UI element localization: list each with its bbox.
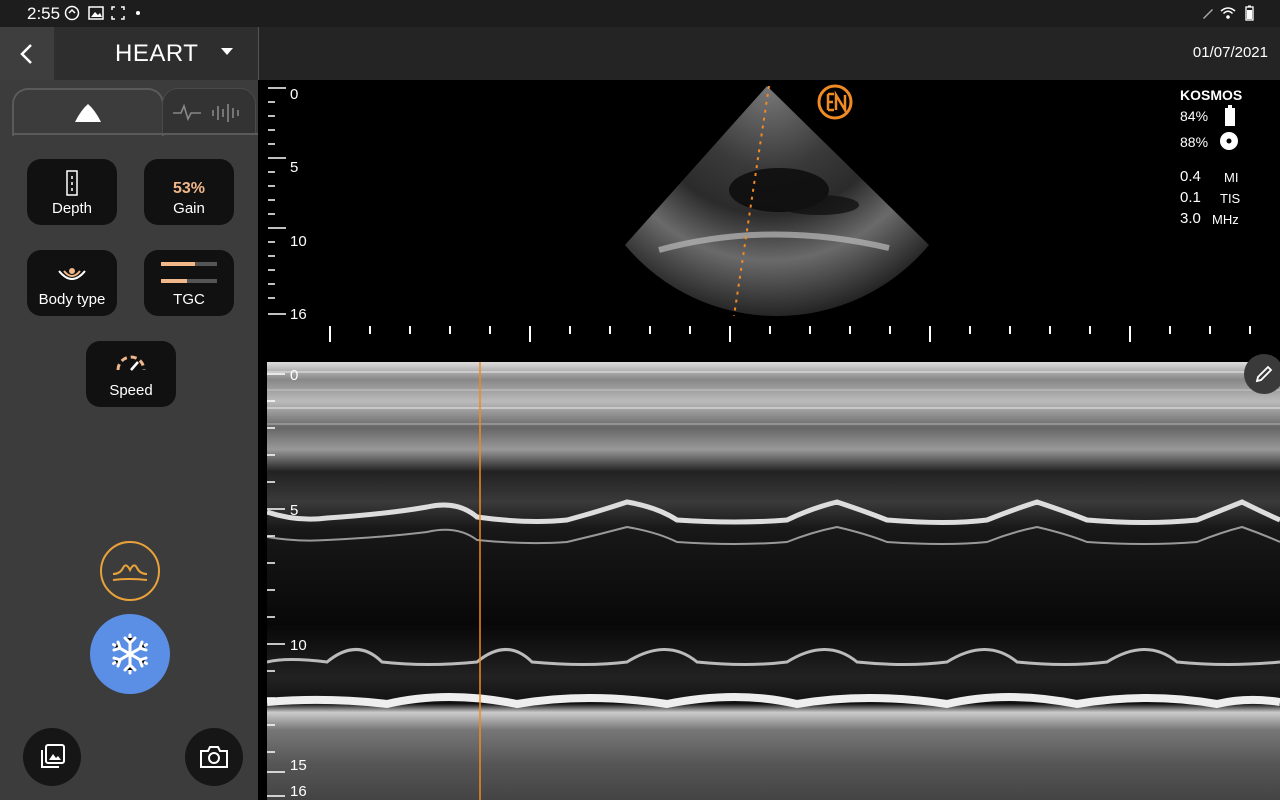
chevron-left-icon [20,43,32,64]
bmode-depth-0: 0 [290,86,299,103]
battery-icon [1225,105,1235,126]
image-header-bar [258,27,1280,80]
status-time: 2:55 [27,4,61,23]
bmode-depth-10: 10 [290,233,307,250]
preset-selector[interactable]: HEART [115,40,198,68]
mmode-strip[interactable] [267,362,1280,800]
camera-icon [200,746,228,768]
bmode-image[interactable] [259,80,1280,362]
sync-icon [64,5,80,21]
notification-dot-icon [136,11,140,15]
pen-icon [1203,9,1213,19]
gallery-button[interactable] [23,728,81,786]
tgc-label: TGC [173,291,205,308]
gallery-icon [88,6,104,20]
exam-date: 01/07/2021 [1192,44,1268,61]
mmode-depth-5: 5 [290,502,299,519]
tab-ecg-doppler[interactable] [162,88,256,135]
snowflake-icon [112,633,148,675]
speed-button[interactable]: Speed [86,341,176,407]
tis-label: TIS [1220,191,1241,206]
heart-chamber [779,195,859,215]
capture-button[interactable] [185,728,243,786]
bmode-depth-16: 16 [290,306,307,323]
mi-label: MI [1224,170,1239,185]
mi-value: 0.4 [1180,168,1201,185]
gain-value: 53% [172,180,206,197]
screenshot-icon [111,6,125,20]
freq-value: 3.0 [1180,210,1201,227]
wifi-icon [1220,7,1236,19]
battery-level: 84% [1180,108,1209,124]
ultrasound-probe-icon [75,104,101,122]
body-type-icon [58,268,86,280]
speed-label: Speed [109,382,153,399]
mmode-depth-0: 0 [290,367,299,384]
bmode-depth-5: 5 [290,159,299,176]
back-button[interactable] [0,27,54,80]
annotate-button[interactable] [1244,354,1280,394]
gain-button[interactable]: 53% Gain [144,159,234,225]
time-ruler [329,326,1251,342]
ecg-waveform-icon [173,103,239,122]
depth-button[interactable]: Depth [27,159,117,225]
status-bar: 2:55 [0,0,1280,27]
tgc-sliders-icon [161,262,217,283]
tis-value: 0.1 [1180,189,1201,206]
body-type-button[interactable]: Body type [27,250,117,316]
image-stack-icon [41,744,65,768]
imaging-mode-tabs [12,88,258,136]
caret-down-icon[interactable] [221,48,233,55]
mmode-button[interactable] [100,541,160,601]
mmode-background [267,362,1280,800]
device-name: KOSMOS [1180,87,1243,103]
pencil-icon [1255,365,1273,383]
depth-ruler-icon [66,170,78,196]
probe-icon [1220,132,1238,150]
bmode-depth-ruler [268,87,286,315]
tab-bmode[interactable] [12,88,164,136]
mmode-depth-10: 10 [290,637,307,654]
mmode-depth-16: 16 [290,783,307,800]
freq-label: MHz [1212,212,1239,227]
body-type-label: Body type [38,291,106,308]
battery-status-icon [1245,5,1254,21]
speedometer-icon [116,355,146,371]
echonous-logo [817,84,853,120]
tgc-button[interactable]: TGC [144,250,234,316]
mmode-depth-15: 15 [290,757,307,774]
tab-divider [12,133,258,135]
freeze-button[interactable] [90,614,170,694]
probe-level: 88% [1180,134,1209,150]
gain-label: Gain [173,200,205,217]
depth-label: Depth [51,200,93,217]
mmode-wave-icon [112,564,148,581]
